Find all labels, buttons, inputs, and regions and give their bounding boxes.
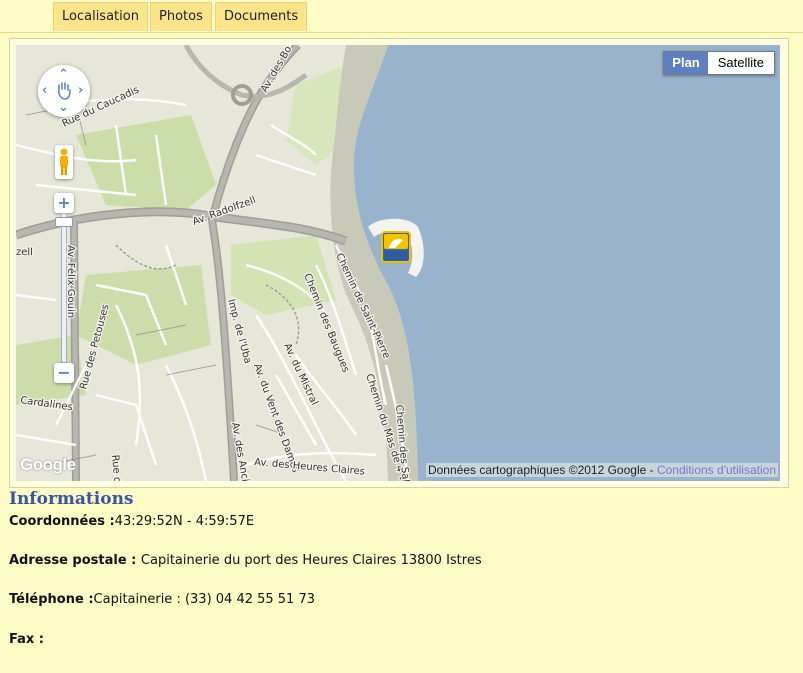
- info-heading: Informations: [9, 489, 134, 509]
- coords-value: 43:29:52N - 4:59:57E: [114, 514, 255, 529]
- address-value: Capitainerie du port des Heures Claires …: [140, 553, 482, 568]
- fax-row: Fax :: [9, 632, 44, 647]
- phone-value: Capitainerie : (33) 04 42 55 51 73: [93, 592, 316, 607]
- street-label: Cardalines: [20, 395, 74, 413]
- tab-photos[interactable]: Photos: [150, 2, 212, 31]
- street-label: Chemin de Saint-Pierre: [333, 252, 392, 361]
- street-label: Av. des Anciens: [229, 422, 253, 481]
- address-row: Adresse postale : Capitainerie du port d…: [9, 553, 482, 568]
- street-label: Rue des Petouses: [78, 303, 111, 391]
- tab-bar: Localisation Photos Documents: [0, 0, 803, 33]
- tab-documents[interactable]: Documents: [215, 2, 308, 31]
- phone-row: Téléphone :Capitainerie : (33) 04 42 55 …: [9, 592, 315, 607]
- map-view[interactable]: Plan Satellite ⌃ ⌄ ‹ › + − Av. des Bo Ru…: [16, 45, 780, 481]
- street-label: Av. du Mistral: [281, 342, 319, 408]
- terms-link[interactable]: Conditions d'utilisation: [657, 463, 776, 477]
- street-label: Av. des Heures Claires: [254, 457, 366, 478]
- tab-localisation[interactable]: Localisation: [53, 2, 148, 31]
- phone-label: Téléphone :: [9, 592, 94, 607]
- street-labels: Av. des Bo Rue du Caucadis Av. Radolfzel…: [16, 45, 416, 481]
- google-logo[interactable]: Google: [20, 455, 76, 475]
- street-label: Av. des Bo: [259, 45, 294, 95]
- street-label: Chemin des Baugues: [301, 272, 351, 374]
- street-label: zell: [16, 247, 33, 258]
- coords-row: Coordonnées :43:29:52N - 4:59:57E: [9, 514, 254, 529]
- street-label: Rue de: [109, 454, 123, 481]
- fax-label: Fax :: [9, 632, 45, 647]
- street-label: Imp. de l'Uba: [225, 298, 253, 365]
- map-frame: Plan Satellite ⌃ ⌄ ‹ › + − Av. des Bo Ru…: [9, 38, 789, 488]
- attribution-text: Données cartographiques ©2012 Google -: [427, 463, 657, 477]
- street-label: Av. Radolfzell: [191, 195, 257, 228]
- street-label: Rue du Caucadis: [61, 84, 141, 129]
- coords-label: Coordonnées :: [9, 514, 115, 529]
- address-label: Adresse postale :: [9, 553, 141, 568]
- map-attribution: Données cartographiques ©2012 Google - C…: [425, 463, 778, 477]
- street-label: Av. Félix Gouin: [65, 245, 77, 318]
